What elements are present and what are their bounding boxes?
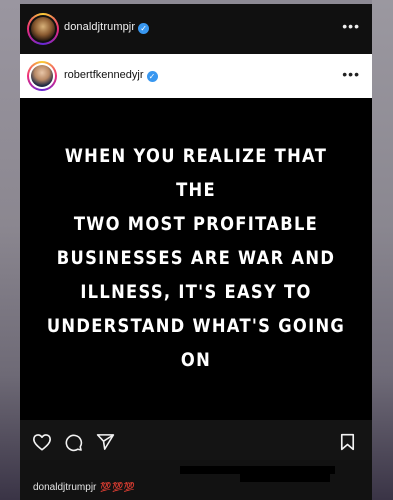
more-options-icon[interactable]: ••• xyxy=(342,18,360,34)
avatar xyxy=(31,65,53,87)
share-icon[interactable] xyxy=(96,433,115,451)
avatar-story-ring[interactable] xyxy=(27,13,59,45)
quote-line: UNDERSTAND WHAT'S GOING ON xyxy=(46,315,346,371)
verified-badge-icon: ✓ xyxy=(138,23,150,34)
bookmark-icon[interactable] xyxy=(340,433,355,451)
background-left xyxy=(0,0,20,500)
post-image[interactable]: WHEN YOU REALIZE THAT THE TWO MOST PROFI… xyxy=(20,98,372,420)
caption-emoji: 💯💯💯 xyxy=(100,482,136,492)
avatar xyxy=(31,17,55,41)
background-right xyxy=(372,0,393,500)
username-text[interactable]: robertfkennedyjr xyxy=(64,69,144,81)
username[interactable]: donaldjtrumpjr ✓ xyxy=(64,21,150,34)
quote-line: BUSINESSES ARE WAR AND xyxy=(56,247,336,269)
avatar-story-ring[interactable] xyxy=(27,61,57,91)
username-text[interactable]: donaldjtrumpjr xyxy=(64,21,135,33)
quote-line: WHEN YOU REALIZE THAT THE xyxy=(64,145,328,201)
caption: donaldjtrumpjr 💯💯💯 xyxy=(33,482,136,493)
more-options-icon[interactable]: ••• xyxy=(342,66,360,82)
quote-line: ILLNESS, IT'S EASY TO xyxy=(80,281,312,303)
heart-icon[interactable] xyxy=(32,433,52,451)
quote-line: TWO MOST PROFITABLE xyxy=(73,213,319,235)
verified-badge-icon: ✓ xyxy=(146,71,158,82)
comment-icon[interactable] xyxy=(64,433,83,452)
caption-username[interactable]: donaldjtrumpjr xyxy=(33,482,96,493)
caption-area xyxy=(20,460,372,500)
shared-post-header: robertfkennedyjr ✓ ••• xyxy=(20,54,372,98)
post-header: donaldjtrumpjr ✓ ••• xyxy=(20,4,372,54)
redaction-bar xyxy=(240,470,330,482)
instagram-post-screenshot: donaldjtrumpjr ✓ ••• robertfkennedyjr ✓ ••… xyxy=(20,4,372,500)
shared-username[interactable]: robertfkennedyjr ✓ xyxy=(64,69,158,82)
quote-text: WHEN YOU REALIZE THAT THE TWO MOST PROFI… xyxy=(45,139,348,377)
